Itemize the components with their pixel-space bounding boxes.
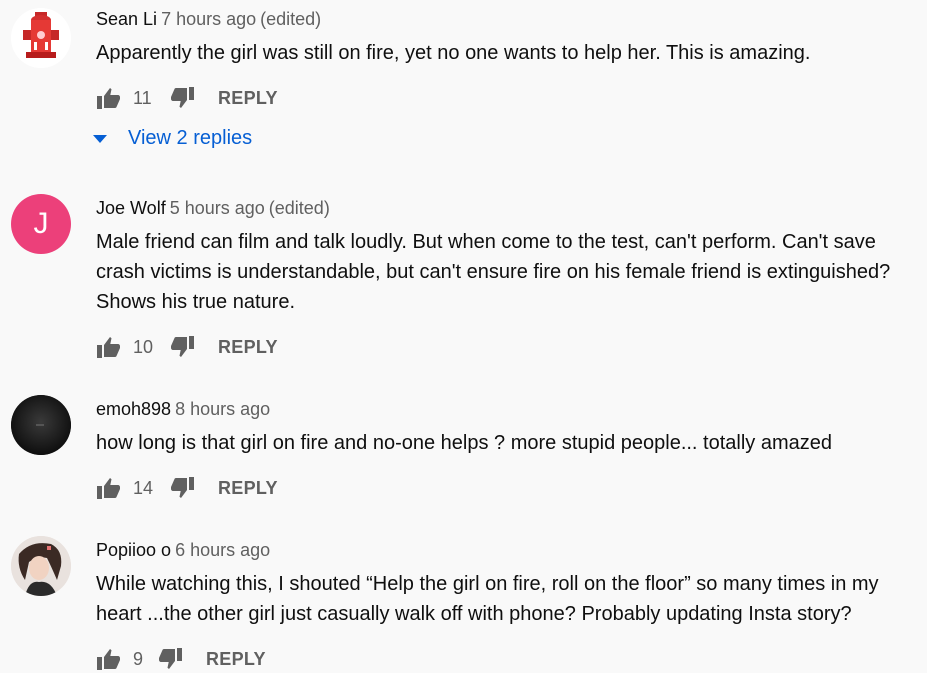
author-name[interactable]: Popiioo o bbox=[96, 540, 171, 560]
avatar[interactable] bbox=[11, 8, 71, 68]
avatar-letter: J bbox=[33, 207, 49, 240]
view-replies-label: View 2 replies bbox=[128, 127, 253, 149]
like-button[interactable] bbox=[96, 475, 122, 501]
author-name[interactable]: Joe Wolf bbox=[96, 198, 166, 218]
thumbs-up-icon bbox=[97, 649, 120, 670]
comment-text: Male friend can film and talk loudly. Bu… bbox=[96, 231, 891, 313]
caret-down-icon bbox=[92, 131, 108, 147]
comment-text: Apparently the girl was still on fire, y… bbox=[96, 42, 811, 64]
thumbs-up-icon bbox=[97, 337, 120, 358]
fire-hydrant-icon bbox=[11, 8, 71, 68]
dislike-button[interactable] bbox=[169, 475, 195, 501]
thumbs-up-icon bbox=[97, 88, 120, 109]
reply-button[interactable]: REPLY bbox=[218, 88, 278, 109]
person-photo-icon bbox=[11, 536, 71, 596]
reply-button[interactable]: REPLY bbox=[206, 649, 266, 670]
comment-text: how long is that girl on fire and no-one… bbox=[96, 432, 832, 454]
thumbs-down-icon bbox=[171, 336, 194, 357]
avatar[interactable] bbox=[11, 395, 71, 455]
timestamp[interactable]: 8 hours ago bbox=[175, 399, 270, 419]
dislike-button[interactable] bbox=[169, 334, 195, 360]
avatar[interactable]: J bbox=[11, 194, 71, 254]
comment-actions: 11 REPLY bbox=[96, 85, 278, 111]
thumbs-down-icon bbox=[171, 87, 194, 108]
timestamp[interactable]: 6 hours ago bbox=[175, 540, 270, 560]
comment-actions: 9 REPLY bbox=[96, 646, 266, 672]
comment-header: Sean Li 7 hours ago (edited) bbox=[96, 8, 321, 30]
like-count: 11 bbox=[133, 87, 152, 108]
timestamp[interactable]: 7 hours ago bbox=[161, 9, 256, 29]
comment-header: Popiioo o6 hours ago bbox=[96, 539, 270, 561]
comment-header: emoh898 8 hours ago bbox=[96, 398, 270, 420]
comment-header: Joe Wolf 5 hours ago (edited) bbox=[96, 197, 330, 219]
edited-label: (edited) bbox=[268, 198, 330, 218]
dislike-button[interactable] bbox=[157, 646, 183, 672]
dark-photo-icon bbox=[11, 395, 71, 455]
thumbs-up-icon bbox=[97, 478, 120, 499]
like-count: 10 bbox=[133, 336, 154, 357]
like-button[interactable] bbox=[96, 85, 122, 111]
like-count: 14 bbox=[133, 477, 154, 498]
comment-text: While watching this, I shouted “Help the… bbox=[96, 573, 879, 625]
timestamp[interactable]: 5 hours ago bbox=[170, 198, 265, 218]
comment-actions: 14 REPLY bbox=[96, 475, 278, 501]
like-button[interactable] bbox=[96, 646, 122, 672]
thumbs-down-icon bbox=[171, 477, 194, 498]
like-button[interactable] bbox=[96, 334, 122, 360]
thumbs-down-icon bbox=[159, 648, 182, 669]
dislike-button[interactable] bbox=[169, 85, 195, 111]
reply-button[interactable]: REPLY bbox=[218, 337, 278, 358]
author-name[interactable]: Sean Li bbox=[96, 9, 157, 29]
like-count: 9 bbox=[133, 648, 144, 669]
edited-label: (edited) bbox=[260, 9, 322, 29]
reply-button[interactable]: REPLY bbox=[218, 478, 278, 499]
view-replies-button[interactable]: View 2 replies bbox=[92, 127, 252, 150]
author-name[interactable]: emoh898 bbox=[96, 399, 171, 419]
avatar[interactable] bbox=[11, 536, 71, 596]
comment-actions: 10 REPLY bbox=[96, 334, 278, 360]
